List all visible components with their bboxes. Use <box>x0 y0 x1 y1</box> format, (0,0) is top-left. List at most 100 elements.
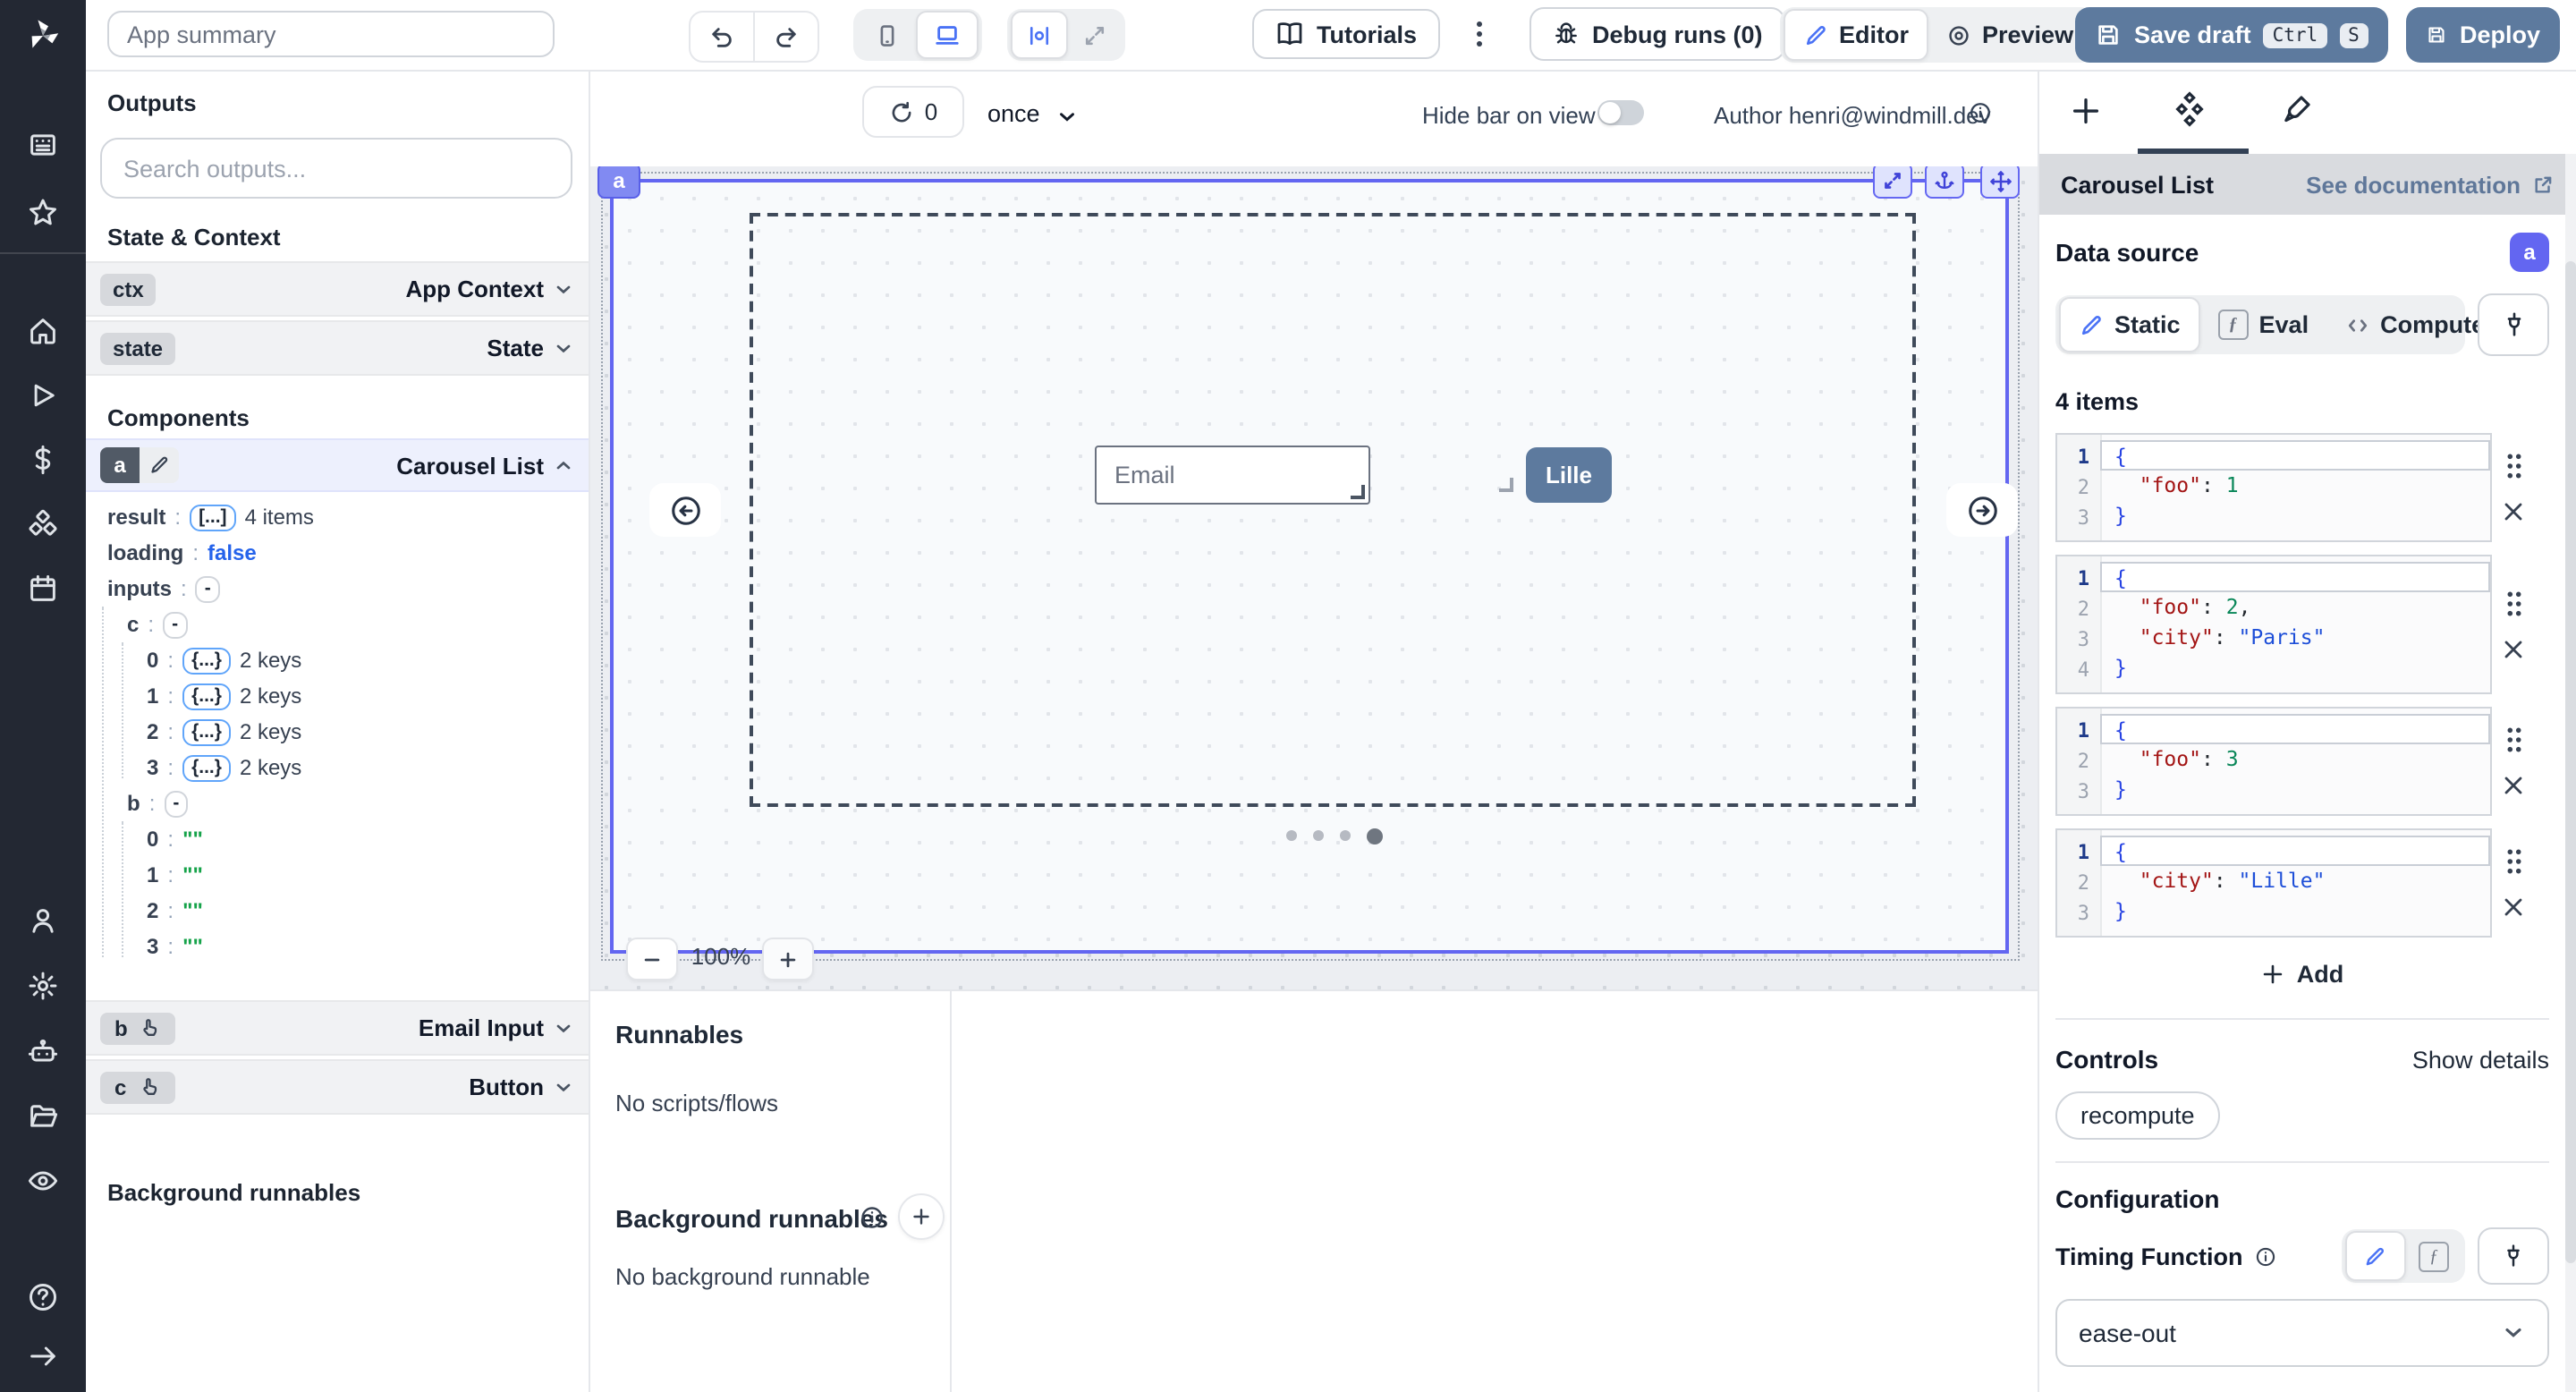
drag-handle[interactable] <box>2504 453 2523 480</box>
carousel-dots[interactable] <box>1286 827 1383 845</box>
runs-icon[interactable] <box>27 379 59 412</box>
show-details-link[interactable]: Show details <box>2412 1046 2549 1073</box>
output-tree-row[interactable]: 1:{...}2 keys <box>86 678 589 714</box>
chevron-down-icon[interactable] <box>1055 106 1079 129</box>
timing-function-select[interactable]: ease-out <box>2055 1299 2549 1367</box>
timing-eval-mode[interactable]: ƒ <box>2406 1241 2462 1271</box>
fullscreen-layout-button[interactable] <box>1068 13 1122 57</box>
json-editor[interactable]: 1234{ "foo": 2, "city": "Paris"} <box>2055 555 2492 694</box>
output-tree-row[interactable]: 0:"" <box>86 821 589 857</box>
mobile-view-button[interactable] <box>857 13 916 57</box>
component-row-a[interactable]: a Carousel List <box>86 438 589 492</box>
context-row-ctx[interactable]: ctx App Context <box>86 261 589 317</box>
resources-icon[interactable] <box>27 508 59 540</box>
carousel-dot[interactable] <box>1340 830 1351 841</box>
drag-handle[interactable] <box>2504 848 2523 875</box>
editor-code[interactable]: { "city": "Lille"} <box>2102 830 2490 936</box>
resize-handle[interactable] <box>1351 485 1365 499</box>
save-draft-button[interactable]: Save draft Ctrl S <box>2075 7 2388 63</box>
delete-item-button[interactable] <box>2503 775 2524 796</box>
button-component[interactable]: Lille <box>1526 447 1612 503</box>
app-canvas[interactable]: Email Lille a <box>590 166 2038 989</box>
delete-item-button[interactable] <box>2503 896 2524 918</box>
resize-handle[interactable] <box>1499 478 1513 492</box>
output-tree-row[interactable]: 2:"" <box>86 893 589 929</box>
info-icon[interactable] <box>1968 100 1993 125</box>
more-menu-button[interactable] <box>1463 13 1496 55</box>
mode-static[interactable]: Static <box>2059 297 2200 352</box>
expand-component-button[interactable] <box>1873 163 1912 199</box>
carousel-next-button[interactable] <box>1946 483 2018 537</box>
workers-icon[interactable] <box>27 1036 59 1068</box>
context-row-state[interactable]: state State <box>86 320 589 376</box>
home-icon[interactable] <box>27 315 59 347</box>
delete-item-button[interactable] <box>2503 501 2524 522</box>
settings-icon[interactable] <box>27 970 59 1002</box>
editor-code[interactable]: { "foo": 3} <box>2102 709 2490 814</box>
zoom-in-button[interactable] <box>762 938 814 980</box>
scrollbar-thumb[interactable] <box>2565 261 2576 1263</box>
desktop-view-button[interactable] <box>916 11 979 59</box>
refresh-button[interactable]: 0 <box>862 86 964 138</box>
edit-id-button[interactable] <box>140 447 179 483</box>
variables-icon[interactable] <box>27 444 59 476</box>
styling-tab[interactable] <box>2281 93 2313 125</box>
preview-tab[interactable]: Preview <box>1928 21 2091 48</box>
component-settings-tab[interactable] <box>2172 91 2207 127</box>
carousel-dot[interactable] <box>1313 830 1324 841</box>
output-tree-row[interactable]: loading:false <box>86 535 589 571</box>
audit-logs-icon[interactable] <box>27 1165 59 1197</box>
drag-handle[interactable] <box>2504 726 2523 753</box>
connect-input-button[interactable] <box>2478 1227 2549 1285</box>
favorites-icon[interactable] <box>27 197 59 229</box>
connect-input-button[interactable] <box>2478 293 2549 356</box>
anchor-component-button[interactable] <box>1925 163 1964 199</box>
add-background-runnable-button[interactable] <box>898 1193 945 1240</box>
output-tree-row[interactable]: inputs:- <box>86 571 589 607</box>
json-editor[interactable]: 123{ "city": "Lille"} <box>2055 828 2492 938</box>
schedules-icon[interactable] <box>27 573 59 605</box>
carousel-prev-button[interactable] <box>649 483 721 537</box>
deploy-button[interactable]: Deploy <box>2406 7 2560 63</box>
mode-compute[interactable]: Compute <box>2326 299 2503 351</box>
carousel-inner-container[interactable]: Email Lille <box>750 213 1916 807</box>
users-icon[interactable] <box>27 905 59 938</box>
zoom-out-button[interactable] <box>626 938 678 980</box>
drag-handle[interactable] <box>2504 590 2523 616</box>
workspace-icon[interactable] <box>27 129 59 161</box>
output-tree-row[interactable]: 2:{...}2 keys <box>86 714 589 750</box>
debug-runs-button[interactable]: Debug runs (0) <box>1530 7 1786 61</box>
folders-icon[interactable] <box>27 1100 59 1133</box>
hide-bar-toggle[interactable] <box>1597 100 1644 125</box>
component-row-b[interactable]: b Email Input <box>86 1000 589 1056</box>
output-tree-row[interactable]: c:- <box>86 607 589 642</box>
carousel-component-selected[interactable]: Email Lille <box>610 179 2009 954</box>
component-row-c[interactable]: c Button <box>86 1059 589 1115</box>
center-align-button[interactable] <box>1011 11 1068 59</box>
help-icon[interactable] <box>27 1281 59 1313</box>
recompute-button[interactable]: recompute <box>2055 1091 2220 1140</box>
output-tree-row[interactable]: 1:"" <box>86 857 589 893</box>
email-input-component[interactable]: Email <box>1095 446 1370 505</box>
timing-static-mode[interactable] <box>2345 1231 2406 1281</box>
json-editor[interactable]: 123{ "foo": 3} <box>2055 707 2492 816</box>
expand-icon[interactable] <box>27 1340 59 1372</box>
editor-tab[interactable]: Editor <box>1784 9 1928 61</box>
insert-component-tab[interactable] <box>2070 95 2102 127</box>
mode-eval[interactable]: ƒ Eval <box>2200 299 2327 351</box>
app-summary-input[interactable] <box>107 11 555 57</box>
selection-id-badge[interactable]: a <box>597 163 640 199</box>
delete-item-button[interactable] <box>2503 638 2524 659</box>
search-outputs-input[interactable] <box>100 138 572 199</box>
editor-code[interactable]: { "foo": 1} <box>2102 435 2490 540</box>
redo-button[interactable] <box>755 13 818 61</box>
output-tree-row[interactable]: b:- <box>86 785 589 821</box>
output-tree-row[interactable]: 3:"" <box>86 929 589 964</box>
panel-scrollbar[interactable] <box>2565 154 2576 1392</box>
windmill-logo-icon[interactable] <box>21 14 64 57</box>
editor-code[interactable]: { "foo": 2, "city": "Paris"} <box>2102 556 2490 692</box>
output-tree-row[interactable]: 0:{...}2 keys <box>86 642 589 678</box>
undo-button[interactable] <box>691 13 753 61</box>
add-item-button[interactable]: Add <box>2055 950 2549 997</box>
see-documentation-link[interactable]: See documentation <box>2306 171 2555 198</box>
